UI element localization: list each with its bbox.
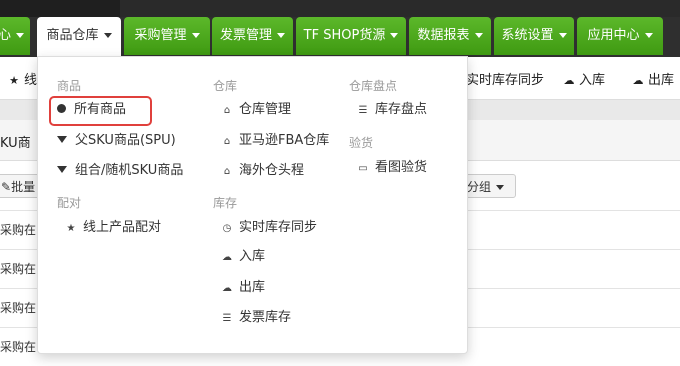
clock-icon: ◷ — [222, 223, 232, 234]
nav-label: 应用中心 — [587, 28, 640, 43]
cloud-download-icon: ☁ — [222, 283, 232, 294]
edit-icon: ✎ — [1, 180, 12, 194]
list-icon: ☰ — [358, 105, 368, 116]
nav-label: 采购管理 — [134, 28, 187, 43]
menu-item-inbound[interactable]: ☁ 入库 — [221, 246, 265, 268]
nav-label: 商品仓库 — [46, 28, 99, 43]
chevron-down-icon — [191, 33, 200, 38]
menu-item-overseas-first-leg[interactable]: ⌂ 海外仓头程 — [221, 160, 304, 182]
home-icon: ⌂ — [223, 105, 231, 116]
section-heading-stocktake: 仓库盘点 — [349, 79, 398, 93]
menu-item-all-products[interactable]: 所有商品 — [57, 99, 126, 121]
section-heading-warehouse: 仓库 — [213, 79, 238, 93]
menu-item-label: 出库 — [239, 280, 266, 295]
nav-item-settings[interactable]: 系统设置 — [494, 17, 574, 55]
cloud-upload-icon: ☁ — [222, 252, 232, 263]
menu-item-visual-inspection[interactable]: ▭ 看图验货 — [357, 157, 427, 179]
cloud-download-icon: ☁ — [632, 74, 644, 87]
nav-item-reports[interactable]: 数据报表 — [409, 17, 491, 55]
list-icon: ☰ — [222, 313, 232, 324]
monitor-icon: ▭ — [358, 163, 368, 174]
toolbar-outbound-button[interactable]: ☁ 出库 — [632, 69, 675, 88]
row-text: 采购在 — [0, 301, 37, 315]
nav-label: 系统设置 — [501, 28, 554, 43]
menu-item-outbound[interactable]: ☁ 出库 — [221, 277, 265, 299]
nav-label: 数据报表 — [417, 28, 470, 43]
star-icon: ★ — [9, 74, 19, 87]
nav-label: 心 — [0, 28, 11, 43]
menu-item-label: 实时库存同步 — [239, 220, 318, 235]
menu-item-invoice-stock[interactable]: ☰ 发票库存 — [221, 307, 292, 329]
toolbar-online-button[interactable]: ★ 线 — [8, 69, 37, 88]
nav-label: TF SHOP货源 — [303, 28, 386, 43]
menu-item-label: 仓库管理 — [239, 102, 292, 117]
chevron-down-icon — [496, 185, 505, 190]
menu-item-warehouse-management[interactable]: ⌂ 仓库管理 — [221, 99, 291, 121]
section-heading-inventory: 库存 — [213, 196, 238, 210]
section-heading-inspection: 验货 — [349, 136, 374, 150]
home-icon: ⌂ — [223, 136, 231, 147]
menu-item-bundle-sku[interactable]: 组合/随机SKU商品 — [57, 160, 183, 182]
menu-item-label: 看图验货 — [375, 160, 428, 175]
batch-button-label: 批量 — [11, 180, 36, 194]
menu-item-parent-sku[interactable]: 父SKU商品(SPU) — [57, 130, 176, 152]
chevron-down-icon — [644, 33, 653, 38]
chevron-down-icon — [390, 33, 399, 38]
nav-item-invoice[interactable]: 发票管理 — [212, 17, 293, 55]
main-navbar: 心 商品仓库 采购管理 发票管理 TF SHOP货源 数据报表 系统设置 应用中… — [0, 17, 680, 57]
chevron-down-icon — [103, 33, 112, 38]
nav-item-partial[interactable]: 心 — [0, 17, 30, 55]
row-text: 采购在 — [0, 223, 37, 237]
filter-icon — [57, 136, 67, 143]
cloud-upload-icon: ☁ — [563, 74, 575, 87]
nav-item-purchase[interactable]: 采购管理 — [124, 17, 210, 55]
toolbar-inbound-label: 入库 — [579, 73, 606, 88]
section-heading-pairing: 配对 — [57, 196, 82, 210]
menu-item-label: 所有商品 — [74, 102, 127, 117]
toolbar-online-label: 线 — [24, 73, 38, 88]
menu-item-stocktake[interactable]: ☰ 库存盘点 — [357, 99, 428, 121]
nav-item-apps[interactable]: 应用中心 — [577, 17, 663, 55]
toolbar-sync-button[interactable]: 实时库存同步 — [466, 69, 544, 88]
circle-icon — [57, 104, 66, 113]
row-text: 采购在 — [0, 262, 37, 276]
chevron-down-icon — [16, 33, 24, 38]
section-heading-products: 商品 — [57, 79, 82, 93]
menu-item-label: 海外仓头程 — [239, 163, 305, 178]
nav-label: 发票管理 — [219, 28, 272, 43]
toolbar-sync-label: 实时库存同步 — [466, 73, 545, 88]
menu-item-realtime-sync[interactable]: ◷ 实时库存同步 — [221, 217, 317, 239]
home-icon: ⌂ — [223, 166, 231, 177]
menu-item-online-pairing[interactable]: ★ 线上产品配对 — [65, 217, 162, 239]
menu-item-label: 发票库存 — [239, 310, 292, 325]
menu-item-label: 入库 — [239, 249, 266, 264]
batch-button[interactable]: ✎批量 — [0, 174, 40, 198]
star-icon: ★ — [66, 223, 76, 234]
menu-item-amazon-fba[interactable]: ⌂ 亚马逊FBA仓库 — [221, 130, 329, 152]
nav-item-warehouse[interactable]: 商品仓库 — [37, 17, 121, 57]
sub-header-label: KU商 — [0, 136, 31, 151]
toolbar-outbound-label: 出库 — [648, 73, 675, 88]
menu-item-label: 库存盘点 — [375, 102, 428, 117]
chevron-down-icon — [277, 33, 285, 38]
menu-item-label: 组合/随机SKU商品 — [75, 163, 184, 178]
menu-item-label: 线上产品配对 — [83, 220, 162, 235]
top-strip — [0, 0, 680, 17]
warehouse-dropdown-menu: 商品 所有商品 父SKU商品(SPU) 组合/随机SKU商品 配对 ★ 线上产品配… — [37, 56, 468, 354]
filter-icon — [57, 166, 67, 173]
chevron-down-icon — [558, 33, 567, 38]
menu-item-label: 亚马逊FBA仓库 — [239, 133, 330, 148]
chevron-down-icon — [474, 33, 483, 38]
nav-item-tfshop[interactable]: TF SHOP货源 — [296, 17, 406, 55]
row-text: 采购在 — [0, 340, 37, 354]
top-strip-accent — [0, 0, 120, 17]
group-button-label: 分组 — [467, 180, 492, 194]
toolbar-inbound-button[interactable]: ☁ 入库 — [563, 69, 606, 88]
menu-item-label: 父SKU商品(SPU) — [75, 133, 176, 148]
